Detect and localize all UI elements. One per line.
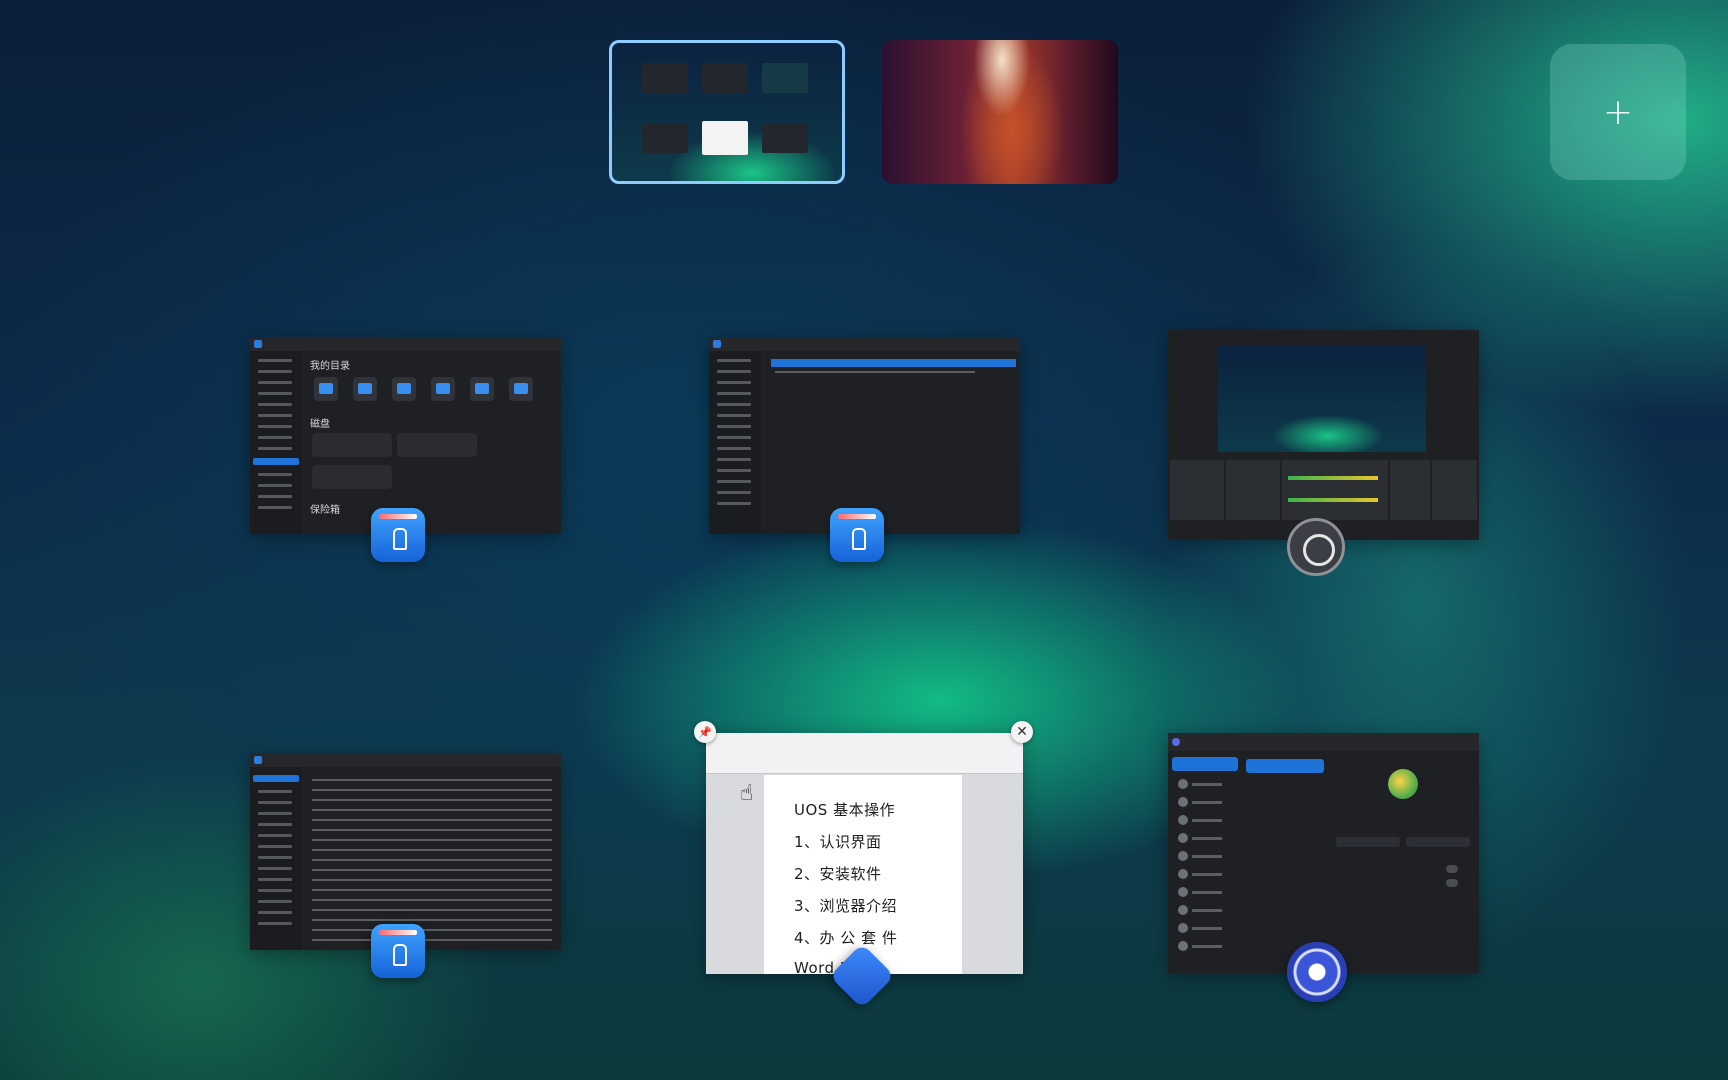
window-wps-writer[interactable]: UOS 基本操作 1、认识界面 2、安装软件 3、浏览器介绍 4、办 公 套 件… (706, 733, 1023, 974)
sidebar (709, 351, 761, 534)
mini-window (642, 63, 688, 93)
document-page: UOS 基本操作 1、认识界面 2、安装软件 3、浏览器介绍 4、办 公 套 件… (764, 775, 962, 974)
workspace-thumbnail-1[interactable] (609, 40, 845, 184)
app-logo-icon (254, 340, 262, 348)
obs-icon (1287, 518, 1345, 576)
obs-transitions-panel (1390, 460, 1430, 520)
obs-preview-canvas (1218, 346, 1426, 452)
workspace-thumbnail-2[interactable] (882, 40, 1118, 184)
window-titlebar (709, 337, 1020, 351)
folder-icon (353, 377, 377, 401)
file-manager-icon (371, 924, 425, 978)
sidebar-item-active (1172, 757, 1238, 771)
sidebar (250, 351, 302, 534)
obs-controls-panel (1432, 460, 1477, 520)
folder-icon (509, 377, 533, 401)
section-title-dirs: 我的目录 (310, 361, 350, 372)
file-manager-icon (371, 508, 425, 562)
folder-icon (392, 377, 416, 401)
window-file-manager-1[interactable]: 我的目录 磁盘 保险箱 (250, 337, 561, 534)
window-titlebar (250, 337, 561, 351)
obs-mixer-panel (1282, 460, 1388, 520)
toggle-switch (1446, 865, 1458, 873)
avatar (1388, 769, 1418, 799)
button-placeholder (1406, 837, 1470, 847)
pin-icon: 📌 (698, 725, 712, 739)
folder-icon (431, 377, 455, 401)
add-workspace-button[interactable]: + (1550, 44, 1686, 180)
list-row (775, 371, 975, 373)
close-window-button[interactable]: ✕ (1011, 721, 1033, 743)
window-titlebar (250, 753, 561, 767)
window-file-manager-3[interactable] (250, 753, 561, 950)
app-logo-icon (254, 756, 262, 764)
app-logo-icon (713, 340, 721, 348)
mini-window (702, 63, 748, 93)
hand-cursor-icon: ☝ (740, 781, 754, 806)
disk-item (312, 465, 392, 489)
window-titlebar (1168, 733, 1479, 751)
sidebar (250, 767, 302, 950)
mini-window (702, 121, 748, 155)
app-logo-icon (1172, 738, 1180, 746)
mini-window (642, 123, 688, 153)
pin-window-button[interactable]: 📌 (694, 721, 716, 743)
plus-icon: + (1602, 91, 1634, 133)
folder-icon (314, 377, 338, 401)
account-item (1246, 759, 1324, 773)
document-toolbar (706, 733, 1023, 774)
window-control-center[interactable] (1168, 733, 1479, 973)
document-line: 1、认识界面 (794, 833, 882, 851)
disk-item (397, 433, 477, 457)
close-icon: ✕ (1016, 724, 1028, 740)
obs-scenes-panel (1170, 460, 1224, 520)
toggle-switch (1446, 879, 1458, 887)
mini-window (762, 63, 808, 93)
document-line: 2、安装软件 (794, 865, 882, 883)
mini-window (762, 123, 808, 153)
file-manager-icon (830, 508, 884, 562)
audio-meter (1288, 476, 1378, 480)
document-line: 3、浏览器介绍 (794, 897, 898, 915)
disk-item (312, 433, 392, 457)
folder-icon (470, 377, 494, 401)
section-title-vault: 保险箱 (310, 505, 340, 516)
window-file-manager-2[interactable] (709, 337, 1020, 534)
audio-meter (1288, 498, 1378, 502)
section-title-disks: 磁盘 (310, 419, 330, 430)
obs-sources-panel (1226, 460, 1280, 520)
document-line: UOS 基本操作 (794, 801, 896, 819)
selected-row (771, 359, 1016, 367)
window-obs[interactable] (1168, 330, 1479, 540)
document-line: 4、办 公 套 件 (794, 929, 898, 947)
button-placeholder (1336, 837, 1400, 847)
control-center-icon (1287, 942, 1347, 1002)
